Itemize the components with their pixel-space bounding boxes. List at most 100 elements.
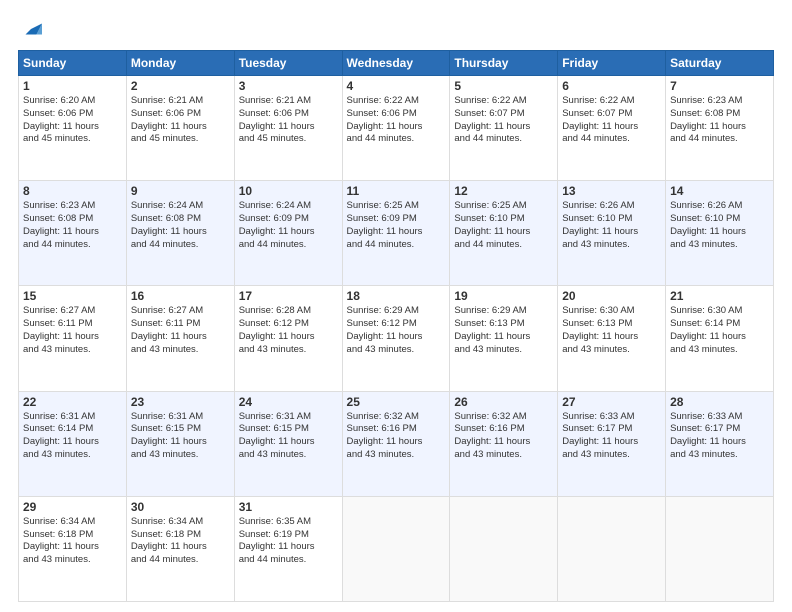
day-info-line: Sunrise: 6:24 AM bbox=[131, 200, 230, 213]
calendar-week-3: 15Sunrise: 6:27 AMSunset: 6:11 PMDayligh… bbox=[19, 286, 774, 391]
day-info-line: Sunset: 6:10 PM bbox=[670, 213, 769, 226]
calendar-cell: 30Sunrise: 6:34 AMSunset: 6:18 PMDayligh… bbox=[126, 496, 234, 601]
day-info-line: and 43 minutes. bbox=[23, 449, 122, 462]
day-info-line: Sunrise: 6:27 AM bbox=[23, 305, 122, 318]
calendar-cell: 4Sunrise: 6:22 AMSunset: 6:06 PMDaylight… bbox=[342, 76, 450, 181]
calendar-cell: 23Sunrise: 6:31 AMSunset: 6:15 PMDayligh… bbox=[126, 391, 234, 496]
day-info-line: Sunset: 6:06 PM bbox=[239, 108, 338, 121]
calendar-cell: 26Sunrise: 6:32 AMSunset: 6:16 PMDayligh… bbox=[450, 391, 558, 496]
day-info-line: Daylight: 11 hours bbox=[131, 121, 230, 134]
calendar-cell: 25Sunrise: 6:32 AMSunset: 6:16 PMDayligh… bbox=[342, 391, 450, 496]
calendar-cell: 21Sunrise: 6:30 AMSunset: 6:14 PMDayligh… bbox=[666, 286, 774, 391]
day-info-line: Sunrise: 6:35 AM bbox=[239, 516, 338, 529]
day-info-line: Sunset: 6:08 PM bbox=[23, 213, 122, 226]
day-info-line: Sunrise: 6:27 AM bbox=[131, 305, 230, 318]
day-info-line: Sunset: 6:09 PM bbox=[239, 213, 338, 226]
day-number: 1 bbox=[23, 79, 122, 93]
calendar-cell: 19Sunrise: 6:29 AMSunset: 6:13 PMDayligh… bbox=[450, 286, 558, 391]
day-number: 15 bbox=[23, 289, 122, 303]
day-info-line: Sunrise: 6:26 AM bbox=[562, 200, 661, 213]
day-info-line: Daylight: 11 hours bbox=[347, 331, 446, 344]
day-info-line: Daylight: 11 hours bbox=[454, 226, 553, 239]
day-info-line: Daylight: 11 hours bbox=[562, 121, 661, 134]
day-number: 20 bbox=[562, 289, 661, 303]
day-info-line: Sunrise: 6:23 AM bbox=[670, 95, 769, 108]
day-info-line: Sunrise: 6:34 AM bbox=[23, 516, 122, 529]
day-number: 30 bbox=[131, 500, 230, 514]
header bbox=[18, 18, 774, 40]
calendar-cell: 31Sunrise: 6:35 AMSunset: 6:19 PMDayligh… bbox=[234, 496, 342, 601]
day-info-line: and 43 minutes. bbox=[347, 344, 446, 357]
day-info-line: Daylight: 11 hours bbox=[562, 436, 661, 449]
day-info-line: Daylight: 11 hours bbox=[454, 121, 553, 134]
day-info-line: and 43 minutes. bbox=[454, 344, 553, 357]
day-info-line: Daylight: 11 hours bbox=[670, 121, 769, 134]
col-header-wednesday: Wednesday bbox=[342, 51, 450, 76]
day-info-line: Sunset: 6:08 PM bbox=[131, 213, 230, 226]
day-number: 28 bbox=[670, 395, 769, 409]
calendar-cell: 27Sunrise: 6:33 AMSunset: 6:17 PMDayligh… bbox=[558, 391, 666, 496]
day-number: 25 bbox=[347, 395, 446, 409]
day-info-line: and 43 minutes. bbox=[670, 449, 769, 462]
day-info-line: Sunset: 6:17 PM bbox=[562, 423, 661, 436]
calendar-cell: 11Sunrise: 6:25 AMSunset: 6:09 PMDayligh… bbox=[342, 181, 450, 286]
day-number: 8 bbox=[23, 184, 122, 198]
day-number: 16 bbox=[131, 289, 230, 303]
day-info-line: and 43 minutes. bbox=[347, 449, 446, 462]
day-info-line: and 44 minutes. bbox=[562, 133, 661, 146]
calendar-cell: 22Sunrise: 6:31 AMSunset: 6:14 PMDayligh… bbox=[19, 391, 127, 496]
day-info-line: and 43 minutes. bbox=[454, 449, 553, 462]
calendar-cell bbox=[666, 496, 774, 601]
day-info-line: Sunrise: 6:20 AM bbox=[23, 95, 122, 108]
col-header-monday: Monday bbox=[126, 51, 234, 76]
day-info-line: Sunrise: 6:22 AM bbox=[562, 95, 661, 108]
day-info-line: Sunrise: 6:29 AM bbox=[347, 305, 446, 318]
day-number: 19 bbox=[454, 289, 553, 303]
day-number: 22 bbox=[23, 395, 122, 409]
day-info-line: Sunrise: 6:29 AM bbox=[454, 305, 553, 318]
day-info-line: and 44 minutes. bbox=[131, 554, 230, 567]
day-info-line: Sunrise: 6:25 AM bbox=[347, 200, 446, 213]
day-number: 10 bbox=[239, 184, 338, 198]
calendar-cell: 10Sunrise: 6:24 AMSunset: 6:09 PMDayligh… bbox=[234, 181, 342, 286]
calendar-cell: 8Sunrise: 6:23 AMSunset: 6:08 PMDaylight… bbox=[19, 181, 127, 286]
day-info-line: Daylight: 11 hours bbox=[131, 436, 230, 449]
day-info-line: Daylight: 11 hours bbox=[23, 436, 122, 449]
day-number: 18 bbox=[347, 289, 446, 303]
day-info-line: and 43 minutes. bbox=[131, 449, 230, 462]
day-info-line: Daylight: 11 hours bbox=[347, 226, 446, 239]
day-info-line: Sunset: 6:07 PM bbox=[562, 108, 661, 121]
day-info-line: Daylight: 11 hours bbox=[239, 541, 338, 554]
day-info-line: and 43 minutes. bbox=[562, 239, 661, 252]
day-info-line: and 44 minutes. bbox=[454, 239, 553, 252]
day-number: 29 bbox=[23, 500, 122, 514]
calendar-cell bbox=[450, 496, 558, 601]
day-info-line: Daylight: 11 hours bbox=[562, 226, 661, 239]
day-info-line: Sunset: 6:15 PM bbox=[239, 423, 338, 436]
col-header-friday: Friday bbox=[558, 51, 666, 76]
day-info-line: Sunset: 6:18 PM bbox=[131, 529, 230, 542]
day-info-line: Sunset: 6:14 PM bbox=[670, 318, 769, 331]
day-info-line: Sunset: 6:12 PM bbox=[239, 318, 338, 331]
day-info-line: Sunset: 6:09 PM bbox=[347, 213, 446, 226]
day-info-line: Sunset: 6:12 PM bbox=[347, 318, 446, 331]
calendar-cell: 15Sunrise: 6:27 AMSunset: 6:11 PMDayligh… bbox=[19, 286, 127, 391]
calendar-cell: 18 Sunrise: 6:29 AMSunset: 6:12 PMDayligh… bbox=[342, 286, 450, 391]
day-info-line: Sunrise: 6:32 AM bbox=[454, 411, 553, 424]
day-info-line: Daylight: 11 hours bbox=[239, 121, 338, 134]
day-info-line: Sunset: 6:07 PM bbox=[454, 108, 553, 121]
day-number: 17 bbox=[239, 289, 338, 303]
day-info-line: Sunrise: 6:30 AM bbox=[562, 305, 661, 318]
day-info-line: Sunset: 6:11 PM bbox=[131, 318, 230, 331]
day-number: 14 bbox=[670, 184, 769, 198]
day-info-line: and 43 minutes. bbox=[670, 344, 769, 357]
calendar-header-row: SundayMondayTuesdayWednesdayThursdayFrid… bbox=[19, 51, 774, 76]
day-number: 3 bbox=[239, 79, 338, 93]
day-info-line: Daylight: 11 hours bbox=[670, 226, 769, 239]
day-info-line: Sunset: 6:06 PM bbox=[131, 108, 230, 121]
calendar-cell: 7Sunrise: 6:23 AMSunset: 6:08 PMDaylight… bbox=[666, 76, 774, 181]
calendar-cell: 17Sunrise: 6:28 AMSunset: 6:12 PMDayligh… bbox=[234, 286, 342, 391]
day-info-line: Daylight: 11 hours bbox=[347, 436, 446, 449]
day-info-line: Daylight: 11 hours bbox=[23, 121, 122, 134]
day-number: 6 bbox=[562, 79, 661, 93]
